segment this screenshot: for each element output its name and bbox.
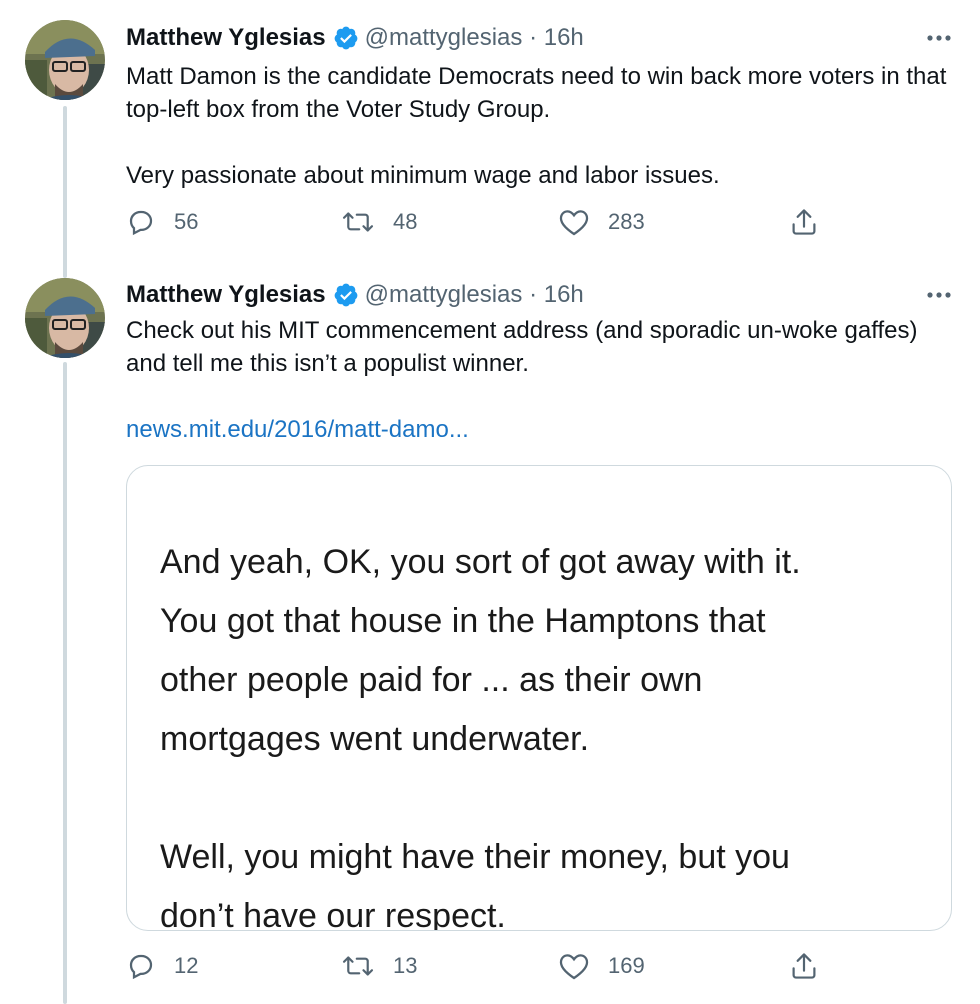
retweet-icon [341, 951, 375, 981]
tweet-1[interactable]: Matthew Yglesias @mattyglesias · 16h Mat… [126, 21, 952, 192]
share-icon [790, 951, 818, 981]
like-button[interactable]: 169 [558, 951, 645, 981]
author-name[interactable]: Matthew Yglesias [126, 24, 326, 52]
more-options-icon[interactable] [922, 34, 952, 42]
tweet-text: Check out his MIT commencement address (… [126, 317, 925, 377]
author-name[interactable]: Matthew Yglesias [126, 281, 326, 309]
handle[interactable]: @mattyglesias [365, 24, 523, 52]
timestamp[interactable]: 16h [544, 281, 584, 309]
more-options-icon[interactable] [922, 291, 952, 299]
share-button[interactable] [790, 207, 818, 237]
reply-icon [126, 207, 156, 237]
thread-connector [63, 106, 67, 278]
verified-badge-icon [333, 282, 359, 308]
avatar[interactable] [25, 20, 105, 100]
tweet-text: Matt Damon is the candidate Democrats ne… [126, 63, 947, 189]
retweet-count: 48 [393, 209, 418, 234]
like-button[interactable]: 283 [558, 207, 645, 237]
reply-button[interactable]: 12 [126, 951, 198, 981]
reply-button[interactable]: 56 [126, 207, 198, 237]
separator: · [529, 281, 538, 308]
tweet-2[interactable]: Matthew Yglesias @mattyglesias · 16h Che… [126, 278, 952, 446]
quote-image-text: And yeah, OK, you sort of got away with … [160, 543, 801, 931]
separator: · [529, 24, 538, 51]
share-icon [790, 207, 818, 237]
reply-count: 56 [174, 209, 199, 234]
like-count: 169 [608, 953, 645, 978]
reply-count: 12 [174, 953, 199, 978]
retweet-count: 13 [393, 953, 418, 978]
avatar[interactable] [25, 278, 105, 358]
reply-icon [126, 951, 156, 981]
like-icon [558, 951, 590, 981]
retweet-button[interactable]: 13 [341, 951, 417, 981]
tweet-header: Matthew Yglesias @mattyglesias · 16h [126, 21, 952, 55]
like-icon [558, 207, 590, 237]
retweet-button[interactable]: 48 [341, 207, 417, 237]
article-link[interactable]: news.mit.edu/2016/matt-damo... [126, 413, 952, 446]
thread-connector-lower [63, 362, 67, 1004]
share-button[interactable] [790, 951, 818, 981]
tweet-header: Matthew Yglesias @mattyglesias · 16h [126, 278, 952, 312]
timestamp[interactable]: 16h [544, 24, 584, 52]
retweet-icon [341, 207, 375, 237]
like-count: 283 [608, 209, 645, 234]
handle[interactable]: @mattyglesias [365, 281, 523, 309]
verified-badge-icon [333, 25, 359, 51]
link-preview-card[interactable]: And yeah, OK, you sort of got away with … [126, 465, 952, 931]
